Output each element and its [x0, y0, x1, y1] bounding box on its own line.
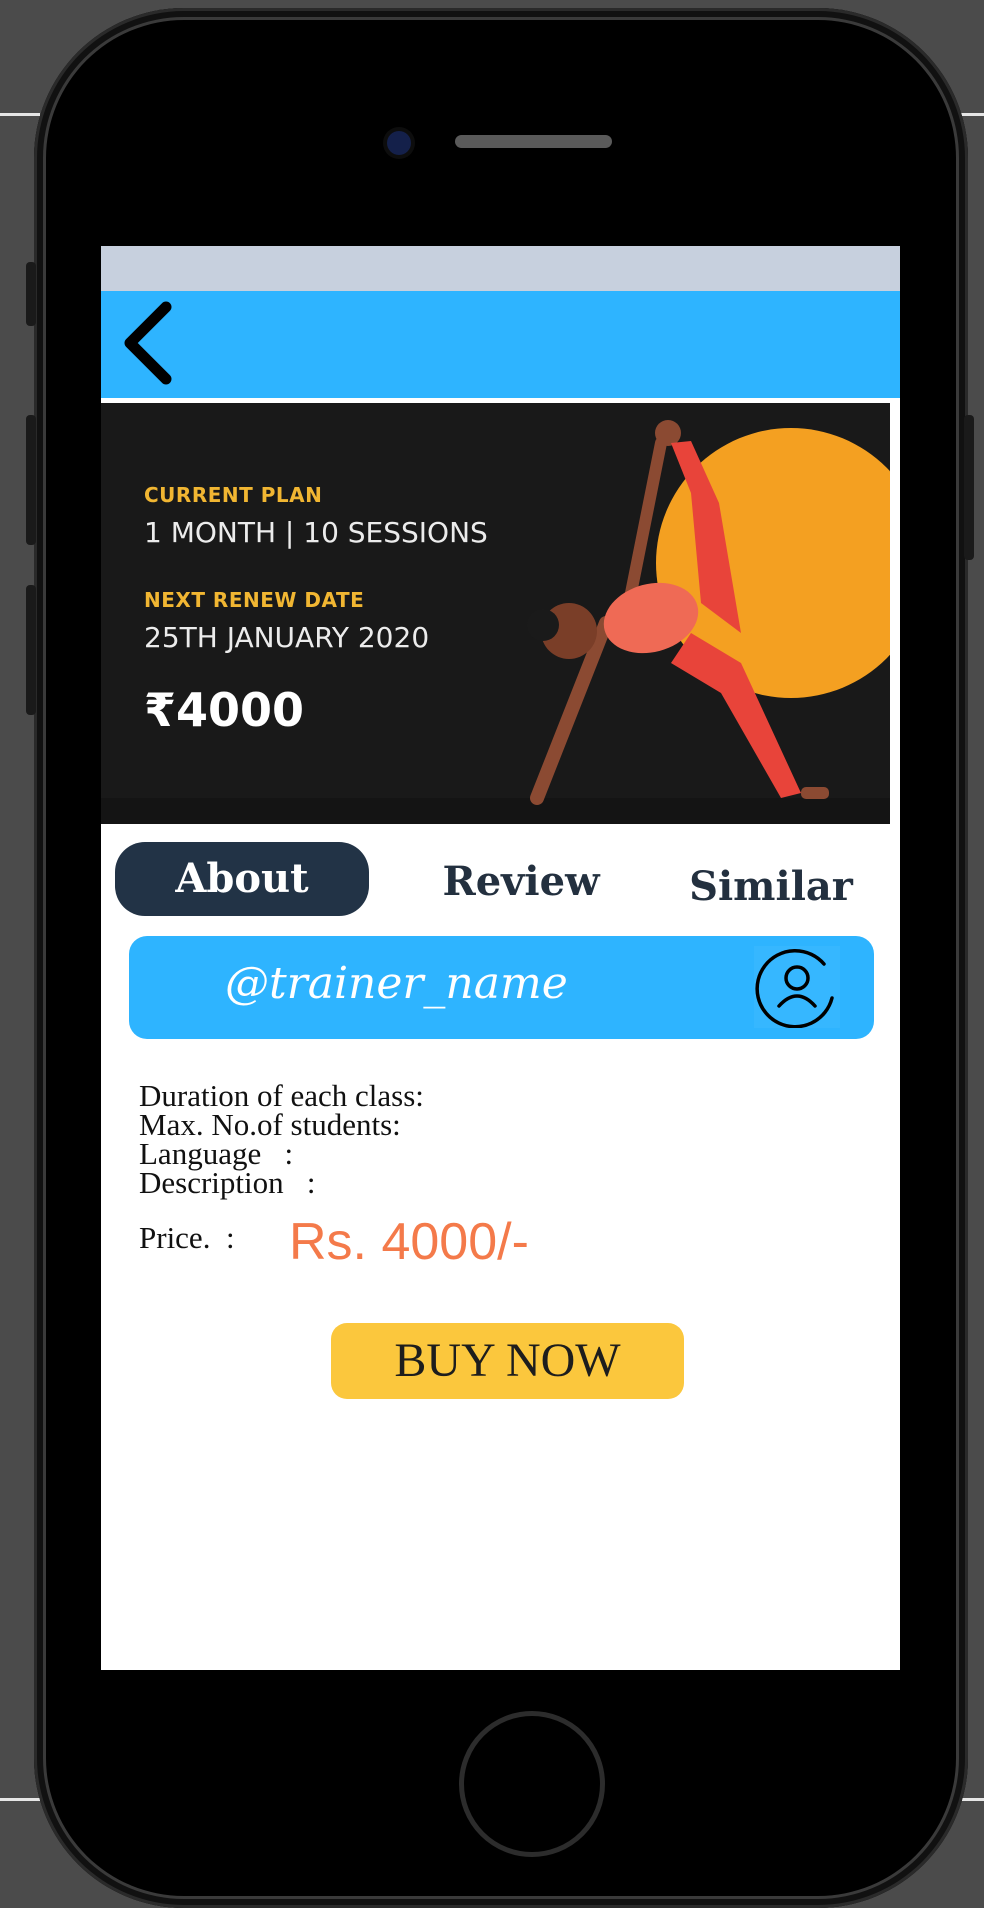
- class-details: Duration of each class: Max. No.of stude…: [139, 1078, 424, 1200]
- price-row: Price. : Rs. 4000/-: [139, 1212, 839, 1272]
- banner-price: ₹4000: [144, 683, 305, 737]
- current-plan-value: 1 MONTH | 10 SESSIONS: [144, 516, 488, 549]
- tab-about[interactable]: About: [115, 842, 369, 916]
- app-screen: CURRENT PLAN 1 MONTH | 10 SESSIONS NEXT …: [101, 246, 900, 1670]
- description-label: Description :: [139, 1165, 316, 1200]
- plan-banner: CURRENT PLAN 1 MONTH | 10 SESSIONS NEXT …: [101, 403, 890, 824]
- price-label: Price. :: [139, 1220, 235, 1255]
- price-value: Rs. 4000/-: [289, 1213, 529, 1271]
- back-button[interactable]: [115, 298, 185, 388]
- power-button: [964, 415, 974, 560]
- tab-bar: About Review Similar: [101, 842, 900, 922]
- trainer-name[interactable]: @trainer_name: [225, 958, 568, 1009]
- home-button[interactable]: [459, 1711, 605, 1857]
- chevron-left-icon: [124, 301, 172, 385]
- max-students-label: Max. No.of students:: [139, 1107, 401, 1142]
- trainer-card[interactable]: @trainer_name: [129, 936, 874, 1039]
- yoga-pose-illustration: [101, 420, 890, 824]
- duration-label: Duration of each class:: [139, 1078, 424, 1113]
- front-camera: [387, 131, 411, 155]
- status-bar: [101, 246, 900, 291]
- volume-up-button: [26, 415, 36, 545]
- user-avatar-icon[interactable]: [754, 946, 840, 1028]
- renew-date-value: 25TH JANUARY 2020: [144, 621, 430, 654]
- app-bar: [101, 291, 900, 398]
- current-plan-label: CURRENT PLAN: [144, 483, 323, 507]
- renew-date-label: NEXT RENEW DATE: [144, 588, 365, 612]
- language-label: Language :: [139, 1136, 294, 1171]
- mute-switch: [26, 262, 36, 326]
- volume-down-button: [26, 585, 36, 715]
- tab-review[interactable]: Review: [401, 847, 641, 917]
- background-line-top-left: [0, 113, 40, 116]
- background-line-bottom-left: [0, 1798, 40, 1801]
- tab-similar[interactable]: Similar: [661, 852, 881, 922]
- earpiece-speaker: [455, 135, 612, 148]
- buy-now-button[interactable]: BUY NOW: [331, 1323, 684, 1399]
